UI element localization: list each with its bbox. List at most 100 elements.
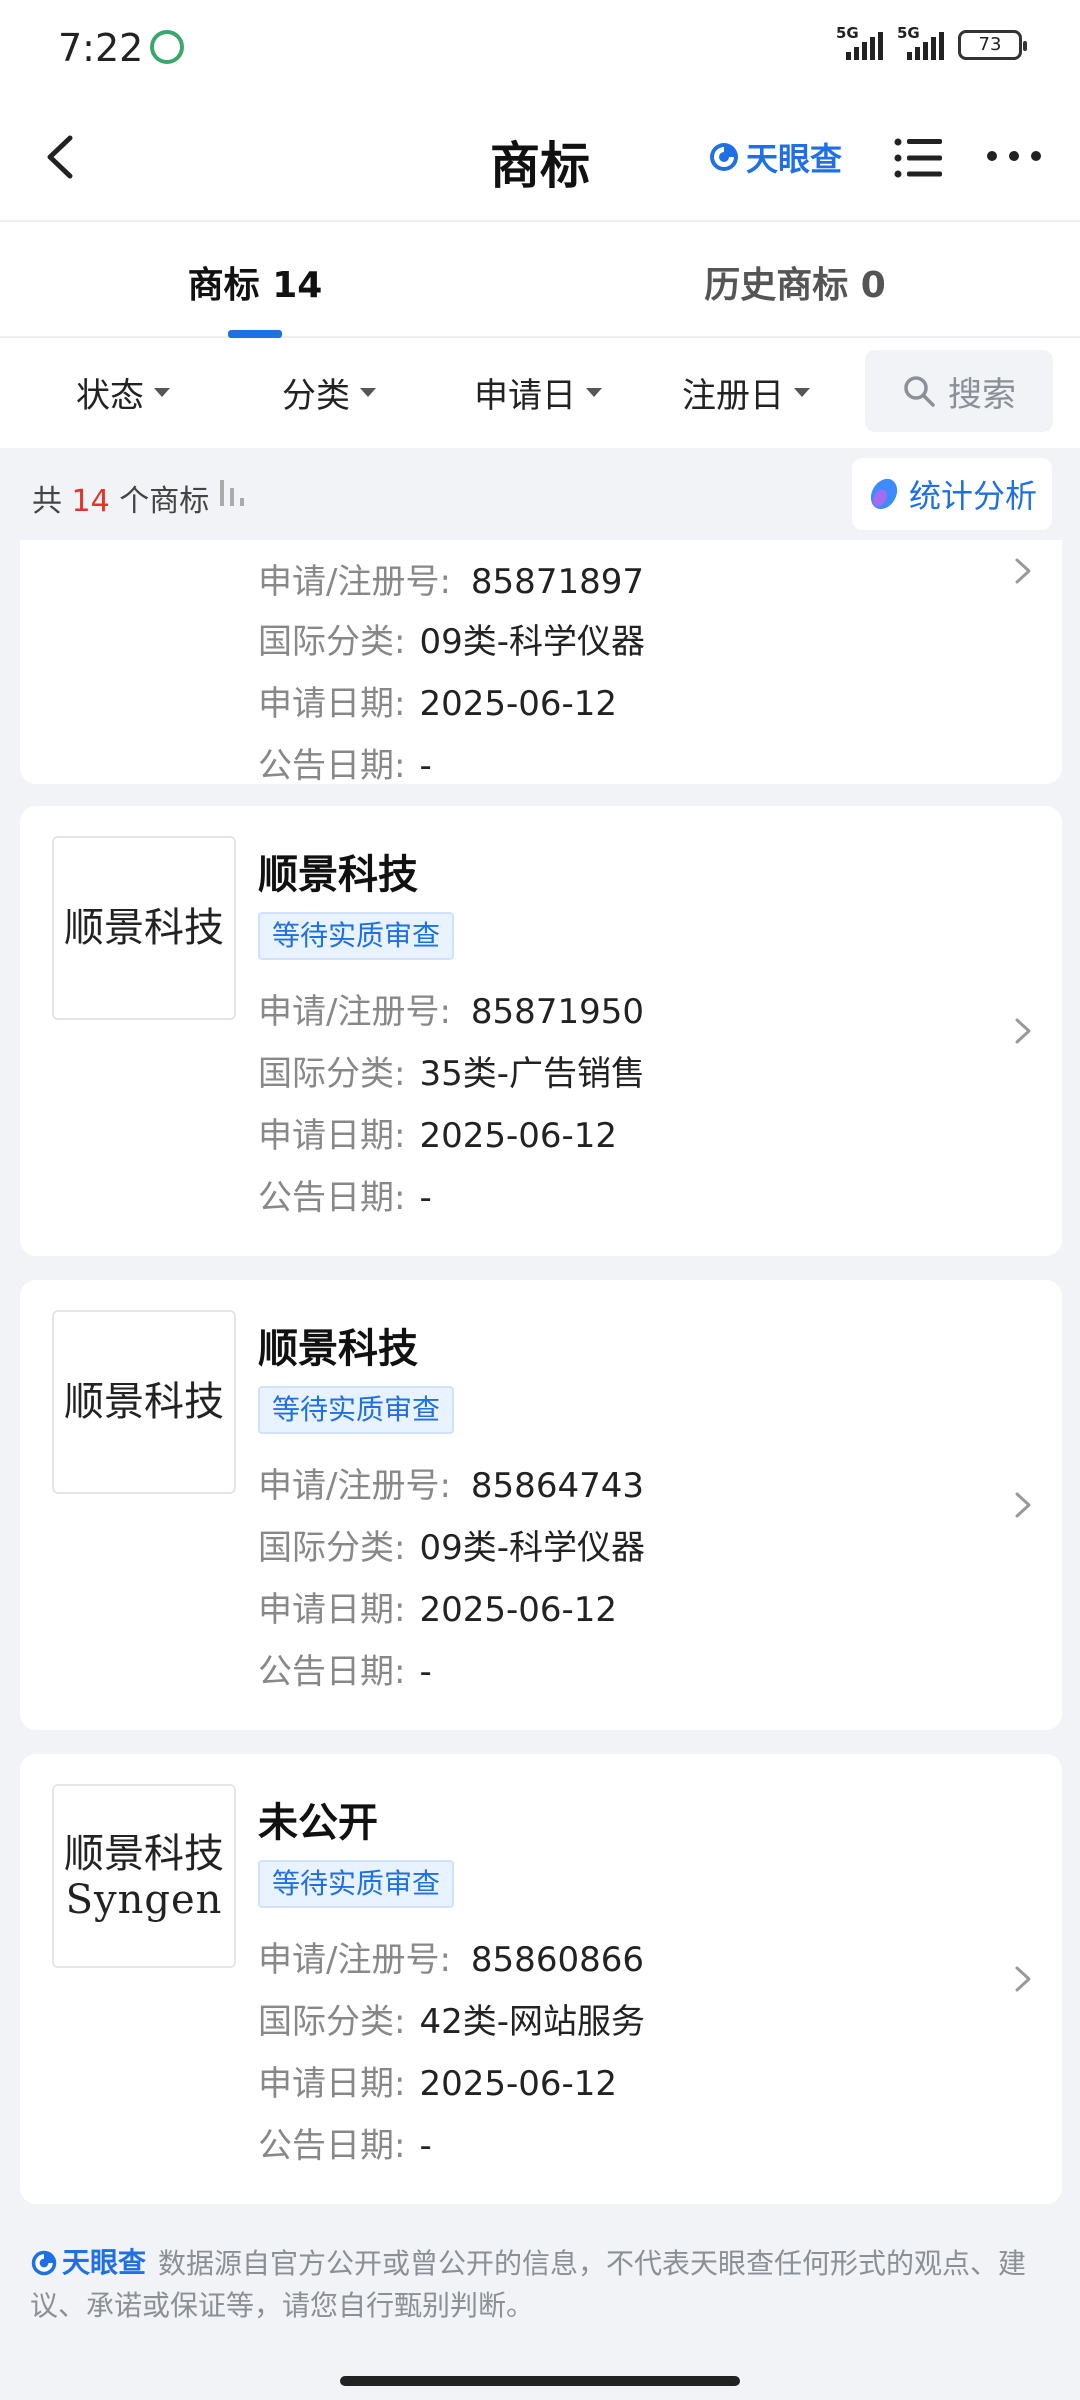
filter-status[interactable]: 状态 bbox=[76, 368, 170, 417]
apply-date-row: 申请日期: 2025-06-12 bbox=[258, 2056, 617, 2105]
filter-apply-date[interactable]: 申请日 bbox=[474, 368, 602, 417]
list-menu-icon[interactable] bbox=[894, 136, 942, 180]
signal-label: 5G bbox=[836, 24, 859, 42]
notice-date-value: - bbox=[419, 2126, 432, 2166]
reg-no-value: 85860866 bbox=[470, 1940, 644, 1980]
reg-no-label: 申请/注册号: bbox=[258, 562, 451, 602]
count-bar: 共 14 个商标 统计分析 bbox=[0, 448, 1080, 540]
filter-category[interactable]: 分类 bbox=[282, 368, 376, 417]
trademark-list: 申请/注册号: 85871897 国际分类: 09类-科学仪器 申请日期: 2025-… bbox=[0, 540, 1080, 2222]
eye-logo-icon bbox=[31, 2250, 57, 2276]
apply-date-value: 2025-06-12 bbox=[419, 684, 618, 724]
reg-no-row: 申请/注册号: 85871950 bbox=[258, 984, 644, 1033]
trademark-image: 顺景科技 bbox=[52, 836, 236, 1020]
count-suffix: 个商标 bbox=[119, 484, 210, 519]
apply-date-label: 申请日期: bbox=[258, 684, 406, 724]
intl-class-row: 国际分类: 09类-科学仪器 bbox=[258, 614, 645, 663]
trademark-card[interactable]: 顺景科技 顺景科技 等待实质审查 申请/注册号: 85864743 国际分类: 09… bbox=[20, 1280, 1062, 1730]
intl-class-label: 国际分类: bbox=[258, 1528, 406, 1568]
apply-date-label: 申请日期: bbox=[258, 1590, 406, 1630]
chevron-right-icon bbox=[1015, 1018, 1031, 1044]
intl-class-label: 国际分类: bbox=[258, 1054, 406, 1094]
chevron-right-icon bbox=[1015, 1492, 1031, 1518]
chevron-right-icon bbox=[1015, 558, 1031, 584]
disclaimer-logo: 天眼查 bbox=[30, 2242, 146, 2284]
trademark-image: 顺景科技 Syngen bbox=[52, 1784, 236, 1968]
notice-date-label: 公告日期: bbox=[258, 746, 406, 786]
filter-label: 注册日 bbox=[682, 376, 784, 416]
notice-date-value: - bbox=[419, 746, 432, 786]
intl-class-row: 国际分类: 42类-网站服务 bbox=[258, 1994, 645, 2043]
disclaimer: 天眼查 数据源自官方公开或曾公开的信息，不代表天眼查任何形式的观点、建议、承诺或… bbox=[0, 2222, 1080, 2400]
reg-no-row: 申请/注册号: 85860866 bbox=[258, 1932, 644, 1981]
filter-label: 分类 bbox=[282, 376, 350, 416]
trademark-name: 顺景科技 bbox=[258, 1326, 418, 1372]
notice-date-label: 公告日期: bbox=[258, 2126, 406, 2166]
apply-date-row: 申请日期: 2025-06-12 bbox=[258, 1108, 617, 1157]
logo-text: 天眼查 bbox=[746, 140, 843, 178]
notice-date-label: 公告日期: bbox=[258, 1178, 406, 1218]
intl-class-row: 国际分类: 09类-科学仪器 bbox=[258, 1520, 645, 1569]
apply-date-value: 2025-06-12 bbox=[419, 2064, 618, 2104]
apply-date-label: 申请日期: bbox=[258, 1116, 406, 1156]
tab-trademarks[interactable]: 商标 14 bbox=[150, 256, 360, 308]
disclaimer-text-block: 天眼查 数据源自官方公开或曾公开的信息，不代表天眼查任何形式的观点、建议、承诺或… bbox=[30, 2242, 1040, 2327]
notice-date-row: 公告日期: - bbox=[258, 2118, 432, 2167]
caret-down-icon bbox=[360, 388, 376, 397]
intl-class-value: 09类-科学仪器 bbox=[419, 622, 646, 662]
battery-icon: 73 bbox=[958, 30, 1027, 60]
status-badge: 等待实质审查 bbox=[258, 912, 455, 960]
notice-date-row: 公告日期: - bbox=[258, 1644, 432, 1693]
signal-icon: 5G bbox=[836, 24, 883, 60]
apply-date-value: 2025-06-12 bbox=[419, 1590, 618, 1630]
app-notification-icon bbox=[150, 30, 184, 64]
status-badge: 等待实质审查 bbox=[258, 1860, 455, 1908]
trademark-image: 顺景科技 bbox=[52, 1310, 236, 1494]
apply-date-row: 申请日期: 2025-06-12 bbox=[258, 1582, 617, 1631]
tab-bar: 商标 14 历史商标 0 bbox=[0, 220, 1080, 338]
trademark-name: 顺景科技 bbox=[258, 852, 418, 898]
signal-icon-2: 5G bbox=[897, 24, 944, 60]
apply-date-value: 2025-06-12 bbox=[419, 1116, 618, 1156]
trademark-image-text: 顺景科技 bbox=[64, 1379, 224, 1425]
filter-register-date[interactable]: 注册日 bbox=[682, 368, 810, 417]
reg-no-value: 85871897 bbox=[470, 562, 644, 602]
eye-logo-icon bbox=[710, 143, 738, 171]
status-icons: 5G 5G 73 bbox=[836, 24, 1027, 60]
signal-label-2: 5G bbox=[897, 24, 920, 42]
notice-date-value: - bbox=[419, 1652, 432, 1692]
tianyancha-logo: 天眼查 bbox=[708, 134, 842, 180]
count-number: 14 bbox=[71, 484, 110, 519]
reg-no-row: 申请/注册号: 85864743 bbox=[258, 1458, 644, 1507]
tab-indicator bbox=[228, 330, 282, 338]
reg-no-label: 申请/注册号: bbox=[258, 1940, 451, 1980]
trademark-card[interactable]: 申请/注册号: 85871897 国际分类: 09类-科学仪器 申请日期: 2025-… bbox=[20, 540, 1062, 787]
caret-down-icon bbox=[586, 388, 602, 397]
notice-date-row: 公告日期: - bbox=[258, 738, 432, 787]
more-icon[interactable] bbox=[984, 144, 1044, 168]
trademark-name: 未公开 bbox=[258, 1800, 378, 1846]
home-indicator[interactable] bbox=[340, 2376, 740, 2386]
intl-class-label: 国际分类: bbox=[258, 2002, 406, 2042]
status-time: 7:22 bbox=[58, 26, 144, 70]
trademark-count: 共 14 个商标 bbox=[32, 476, 209, 520]
caret-down-icon bbox=[794, 388, 810, 397]
trademark-image-text: 顺景科技 bbox=[64, 905, 224, 951]
trademark-image-text: 顺景科技 bbox=[64, 1831, 224, 1877]
trademark-card[interactable]: 顺景科技 Syngen 未公开 等待实质审查 申请/注册号: 85860866 国… bbox=[20, 1754, 1062, 2204]
caret-down-icon bbox=[154, 388, 170, 397]
reg-no-label: 申请/注册号: bbox=[258, 1466, 451, 1506]
stats-label: 统计分析 bbox=[908, 477, 1037, 515]
tab-history-trademarks[interactable]: 历史商标 0 bbox=[650, 256, 940, 308]
statistics-analysis-button[interactable]: 统计分析 bbox=[852, 458, 1052, 530]
nav-bar: 商标 天眼查 bbox=[0, 96, 1080, 220]
status-badge: 等待实质审查 bbox=[258, 1386, 455, 1434]
chevron-right-icon bbox=[1015, 1966, 1031, 1992]
trademark-card[interactable]: 顺景科技 顺景科技 等待实质审查 申请/注册号: 85871950 国际分类: 35… bbox=[20, 806, 1062, 1256]
search-label: 搜索 bbox=[948, 374, 1016, 415]
disclaimer-logo-text: 天眼查 bbox=[62, 2246, 147, 2279]
notice-date-row: 公告日期: - bbox=[258, 1170, 432, 1219]
apply-date-row: 申请日期: 2025-06-12 bbox=[258, 676, 617, 725]
search-button[interactable]: 搜索 bbox=[865, 350, 1053, 432]
intl-class-label: 国际分类: bbox=[258, 622, 406, 662]
